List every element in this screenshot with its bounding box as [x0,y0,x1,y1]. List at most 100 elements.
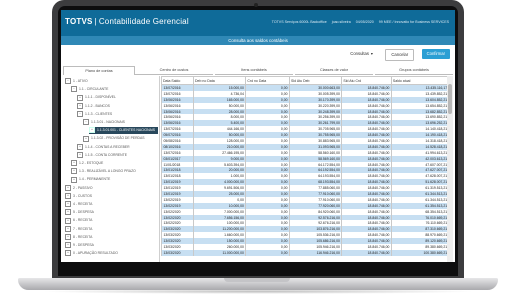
tree-node-label: 1.4 - PERMANENTE [79,177,111,182]
expand-icon[interactable]: + [71,176,77,183]
expand-icon[interactable]: + [77,102,83,109]
webcam [254,3,258,7]
expand-icon[interactable]: + [83,135,89,142]
collapse-icon[interactable]: − [71,86,77,93]
tree-node[interactable]: +1.1.3.02 - PROVISÃO DE PERDAS [83,135,145,142]
tree-node[interactable]: −1.1 - CIRCULANTE [71,86,108,93]
cancel-button[interactable]: Cancelar [385,49,415,61]
tree-node[interactable]: +1.3 - REALIZÁVEL A LONGO PRAZO [71,168,136,175]
tree-node-label: 8 - RECEITA [73,234,93,239]
tab-bar: Plano de contas Centro de custos Itens c… [63,66,453,75]
tree-node[interactable]: +1.2 - ESTOQUE [71,160,103,167]
app-header: TOTVS | Contabilidade Gerencial TOTVS Serv… [61,10,455,36]
title-separator: | [94,17,97,26]
confirm-button[interactable]: Confirmar [421,49,450,59]
tree-node-label: 1.1.3.02 - PROVISÃO DE PERDAS [91,136,145,141]
balance-grid: Data Saldo Deb no Data Crd no Data Sld A… [161,76,453,262]
user-info: TOTVS Serviços 6000L Backoffice joao.sil… [268,20,449,24]
collapse-icon[interactable]: − [77,110,83,117]
table-cell: 11.000.000,00 [192,249,247,256]
expand-icon[interactable]: + [65,242,71,249]
balance-table: Data Saldo Deb no Data Crd no Data Sld A… [161,76,453,256]
expand-icon[interactable]: + [65,209,71,216]
column-header[interactable]: Crd no Data [245,76,291,85]
expand-icon[interactable]: + [71,160,77,167]
tree-node-label: 9 - DESPESA [73,243,94,247]
tab-itens-contabeis[interactable]: Itens contábeis [215,66,293,75]
tree-node[interactable]: +3 - CUSTOS [65,192,92,200]
scrollbar-thumb[interactable] [448,84,452,114]
tab-centro-de-custos[interactable]: Centro de custos [135,66,213,75]
column-header[interactable]: Deb no Data [192,76,247,85]
tree-node[interactable]: +1.1.5 - CONTA CORRENTE [77,151,127,159]
tree-node-label: 3 - CUSTOS [73,193,92,198]
tree-node[interactable]: +2 - PASSIVO [65,184,93,192]
collapse-icon[interactable]: − [83,119,89,126]
expand-icon[interactable]: + [77,151,83,158]
more-actions-label: Consultas [350,51,369,56]
tree-node[interactable]: +7 - RECEITA [65,225,93,233]
expand-icon[interactable]: + [89,127,95,134]
tree-node[interactable]: +1.1.1 - DISPONÍVEL [77,94,116,101]
expand-icon[interactable]: + [65,225,71,232]
expand-icon[interactable]: + [65,217,71,224]
tree-node-label: 1.1 - CIRCULANTE [79,87,109,92]
tree-node[interactable]: +1.1.2 - BANCOS [77,102,110,110]
collapse-icon[interactable]: − [65,78,71,85]
module-name: Contabilidade Gerencial [98,17,189,26]
tree-node[interactable]: −1.1.3 - CLIENTES [77,110,113,118]
brand-name: TOTVS [65,17,93,26]
tree-node[interactable]: +1.1.4 - CONTAS A RECEBER [77,143,130,151]
table-header-row: Data Saldo Deb no Data Crd no Data Sld A… [161,76,453,85]
table-cell: 116.946.216,00 [289,249,343,256]
table-cell: 0,00 [245,249,291,256]
expand-icon[interactable]: + [65,250,71,257]
column-header[interactable]: Saldo atual [390,76,453,85]
expand-icon[interactable]: + [65,192,71,199]
tree-node[interactable]: −1.1.3.01 - NACIONAIS [83,119,125,126]
tab-grupos-contabeis[interactable]: Grupos contábeis [375,66,453,75]
tree-node[interactable]: +1.1.3.01.001 - CLIENTES NACIONAIS [89,127,159,135]
expand-icon[interactable]: + [77,143,83,150]
tree-node[interactable]: +1.4 - PERMANENTE [71,176,110,183]
user-info-branch[interactable]: 99 MEE / Innovatio for Business SERVICES [379,20,449,24]
tree-node-label: 1.1.3 - CLIENTES [85,111,113,116]
tree-node[interactable]: +5 - DESPESA [65,209,94,216]
tree-node-label: 1.1.3.01 - NACIONAIS [91,120,125,124]
table-body: 13/07/2016 15.000,00 0,00 30.000.663,00 18.8… [161,84,453,256]
expand-icon[interactable]: + [77,94,83,101]
laptop-notch [224,278,290,282]
user-info-company: TOTVS Serviços 6000L Backoffice [271,20,327,24]
tree-node-label: 1.1.5 - CONTA CORRENTE [85,152,127,157]
more-actions-button[interactable]: Consultas ▾ [345,49,378,59]
chevron-down-icon: ▾ [370,51,373,56]
expand-icon[interactable]: + [65,233,71,240]
user-info-user[interactable]: joao.silveira [332,20,351,24]
tree-node[interactable]: +8 - RECEITA [65,233,93,241]
table-row[interactable]: 13/03/2020 11.000.000,00 0,00 116.946.216,0… [161,249,453,256]
column-header[interactable]: Sld Atu Deb [289,76,343,85]
account-tree: −1 - ATIVO −1.1 - CIRCULANTE +1.1.1 - DISP… [63,76,160,262]
tree-node[interactable]: +9 - DESPESA [65,242,94,249]
tree-node-label: 5 - DESPESA [73,210,94,215]
tree-node-label: 6 - RECEITA [73,218,93,223]
tree-node[interactable]: +6 - RECEITA [65,217,92,224]
tree-node[interactable]: +4 - RECEITA [65,201,92,208]
tree-node[interactable]: +0 - APURAÇÃO RESULTADO [65,250,118,257]
tree-node-label: 4 - RECEITA [73,202,93,206]
tree-node-label: 7 - RECEITA [73,226,93,231]
tree-node-label: 1.1.2 - BANCOS [85,103,110,108]
tree-node[interactable]: −1 - ATIVO [65,78,88,85]
expand-icon[interactable]: + [71,168,77,175]
tab-classes-de-valor[interactable]: Classes de valor [295,66,373,75]
table-cell: 18.840.746,00 [341,249,392,256]
expand-icon[interactable]: + [65,201,71,208]
tab-plano-de-contas[interactable]: Plano de contas [63,66,135,75]
tree-node-label: 1.1.4 - CONTAS A RECEBER [85,144,130,149]
column-header[interactable]: Sld Atu Crd [341,76,392,85]
tree-node-label: 1.1.3.01.001 - CLIENTES NACIONAIS [97,128,156,133]
column-header[interactable]: Data Saldo [161,76,194,85]
app-title: TOTVS | Contabilidade Gerencial [65,17,189,26]
table-cell: 100.380.669,21 D [390,249,453,256]
expand-icon[interactable]: + [65,184,71,191]
